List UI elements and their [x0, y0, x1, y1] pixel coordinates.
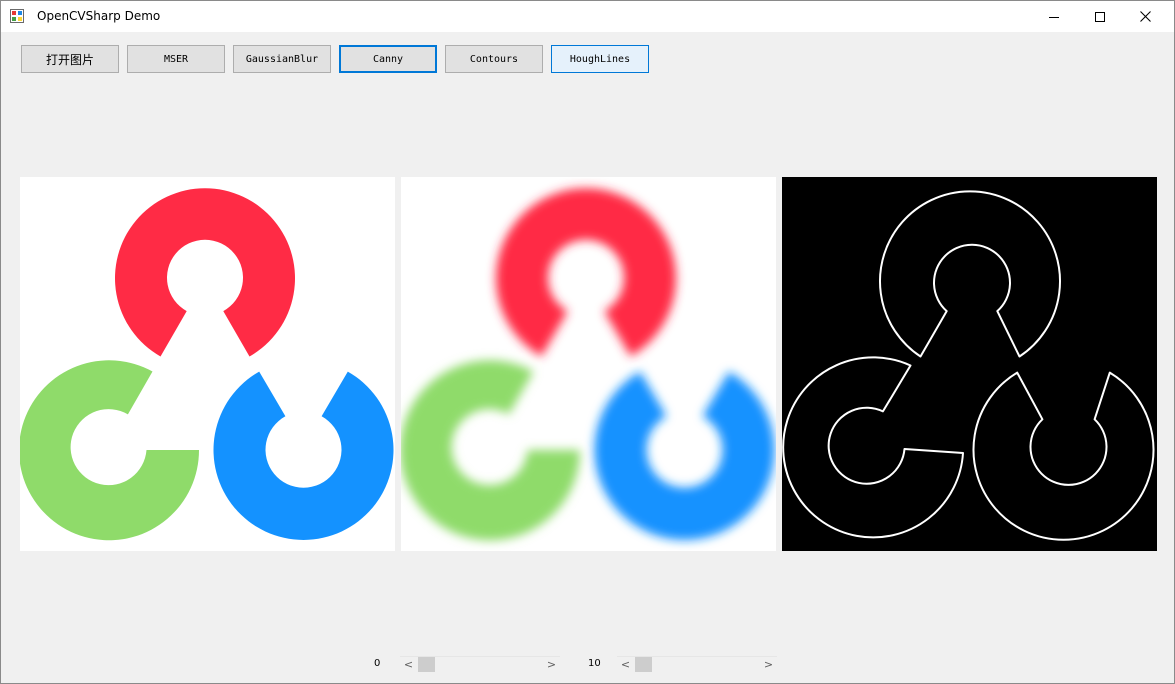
blurred-image-panel [401, 177, 776, 551]
slider-2-thumb[interactable] [635, 657, 652, 672]
contours-button[interactable]: Contours [445, 45, 543, 73]
close-button[interactable] [1122, 1, 1168, 32]
maximize-icon [1095, 11, 1105, 22]
slider-1-left-arrow-icon[interactable]: < [400, 656, 417, 673]
opencv-logo-blurred [401, 188, 775, 541]
close-icon [1139, 11, 1151, 22]
main-window: OpenCVSharp Demo 打开图片 MSER GaussianBlur … [0, 0, 1175, 684]
slider-2-value: 10 [588, 658, 601, 669]
mser-button[interactable]: MSER [127, 45, 225, 73]
open-image-button[interactable]: 打开图片 [21, 45, 119, 73]
title-bar[interactable]: OpenCVSharp Demo [1, 1, 1174, 32]
slider-2-left-arrow-icon[interactable]: < [617, 656, 634, 673]
slider-1-thumb[interactable] [418, 657, 435, 672]
opencv-logo-canny-edges [782, 190, 1155, 541]
slider-2-right-arrow-icon[interactable]: > [760, 656, 777, 673]
window-title: OpenCVSharp Demo [37, 9, 161, 23]
slider-1-right-arrow-icon[interactable]: > [543, 656, 560, 673]
minimize-button[interactable] [1031, 1, 1077, 32]
gaussian-blur-button[interactable]: GaussianBlur [233, 45, 331, 73]
canny-edges-panel [782, 177, 1157, 551]
hough-lines-button[interactable]: HoughLines [551, 45, 649, 73]
slider-1-scrollbar[interactable]: < > [400, 656, 560, 673]
opencv-logo-original [20, 188, 394, 541]
app-icon [10, 9, 24, 23]
maximize-button[interactable] [1077, 1, 1123, 32]
original-image-panel [20, 177, 395, 551]
slider-2-scrollbar[interactable]: < > [617, 656, 777, 673]
minimize-icon [1049, 16, 1059, 18]
slider-1-value: 0 [374, 658, 381, 669]
canny-button[interactable]: Canny [339, 45, 437, 73]
